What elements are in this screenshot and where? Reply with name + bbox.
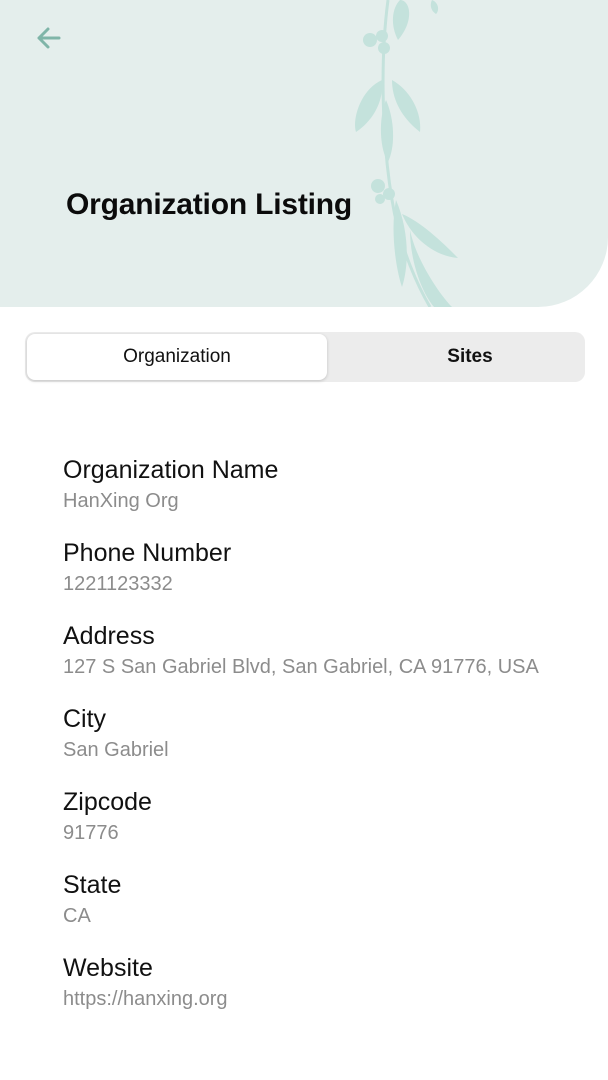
page-title: Organization Listing: [66, 188, 352, 221]
leaf-branch-icon: [355, 0, 458, 307]
field-label: State: [63, 871, 122, 899]
segmented-tab-control: Organization Sites: [25, 332, 585, 382]
field-value: 127 S San Gabriel Blvd, San Gabriel, CA …: [63, 656, 539, 678]
arrow-left-icon: [37, 27, 61, 49]
header: Organization Listing: [0, 0, 608, 307]
field-value: 91776: [63, 822, 119, 844]
back-button[interactable]: [28, 20, 68, 56]
field-label: Zipcode: [63, 788, 152, 816]
tab-organization[interactable]: Organization: [27, 334, 327, 380]
field-state: State CA: [63, 870, 563, 929]
field-label: Organization Name: [63, 456, 279, 484]
field-label: Phone Number: [63, 539, 232, 567]
field-phone-number: Phone Number 1221123332: [63, 538, 563, 597]
field-value: San Gabriel: [63, 739, 169, 761]
field-address: Address 127 S San Gabriel Blvd, San Gabr…: [63, 621, 563, 680]
field-city: City San Gabriel: [63, 704, 563, 763]
field-label: Address: [63, 622, 155, 650]
organization-details: Organization Name HanXing Org Phone Numb…: [63, 455, 563, 1036]
field-value[interactable]: https://hanxing.org: [63, 986, 563, 1012]
tab-sites[interactable]: Sites: [329, 334, 608, 380]
field-value: 1221123332: [63, 573, 173, 595]
field-value: HanXing Org: [63, 490, 179, 512]
field-value: CA: [63, 905, 91, 927]
field-zipcode: Zipcode 91776: [63, 787, 563, 846]
field-organization-name: Organization Name HanXing Org: [63, 455, 563, 514]
field-label: City: [63, 705, 107, 733]
field-label: Website: [63, 954, 153, 982]
field-website: Website https://hanxing.org: [63, 953, 563, 1012]
